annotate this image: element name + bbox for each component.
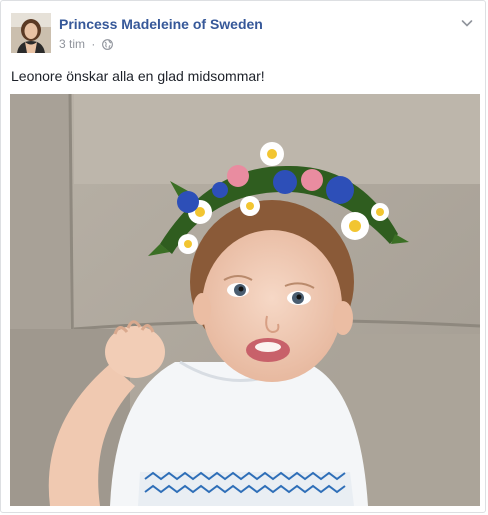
post-header: Princess Madeleine of Sweden 3 tim ·: [11, 13, 475, 57]
post-text: Leonore önskar alla en glad midsommar!: [11, 68, 265, 84]
author-name-link[interactable]: Princess Madeleine of Sweden: [59, 16, 263, 32]
post-meta: 3 tim ·: [59, 37, 113, 53]
meta-separator: ·: [91, 37, 96, 51]
post-photo[interactable]: [10, 94, 480, 506]
post-card: Princess Madeleine of Sweden 3 tim · Leo…: [0, 0, 486, 513]
globe-icon[interactable]: [101, 39, 113, 53]
chevron-down-icon[interactable]: [459, 15, 475, 31]
post-timestamp[interactable]: 3 tim: [59, 37, 85, 51]
avatar[interactable]: [11, 13, 51, 53]
